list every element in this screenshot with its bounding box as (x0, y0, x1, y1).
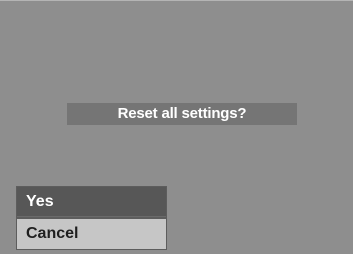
camera-screen: Reset all settings? Yes Cancel (0, 0, 353, 254)
cancel-option[interactable]: Cancel (17, 219, 166, 249)
yes-option[interactable]: Yes (17, 187, 166, 217)
reset-prompt: Reset all settings? (67, 103, 297, 125)
confirm-menu: Yes Cancel (16, 186, 167, 250)
